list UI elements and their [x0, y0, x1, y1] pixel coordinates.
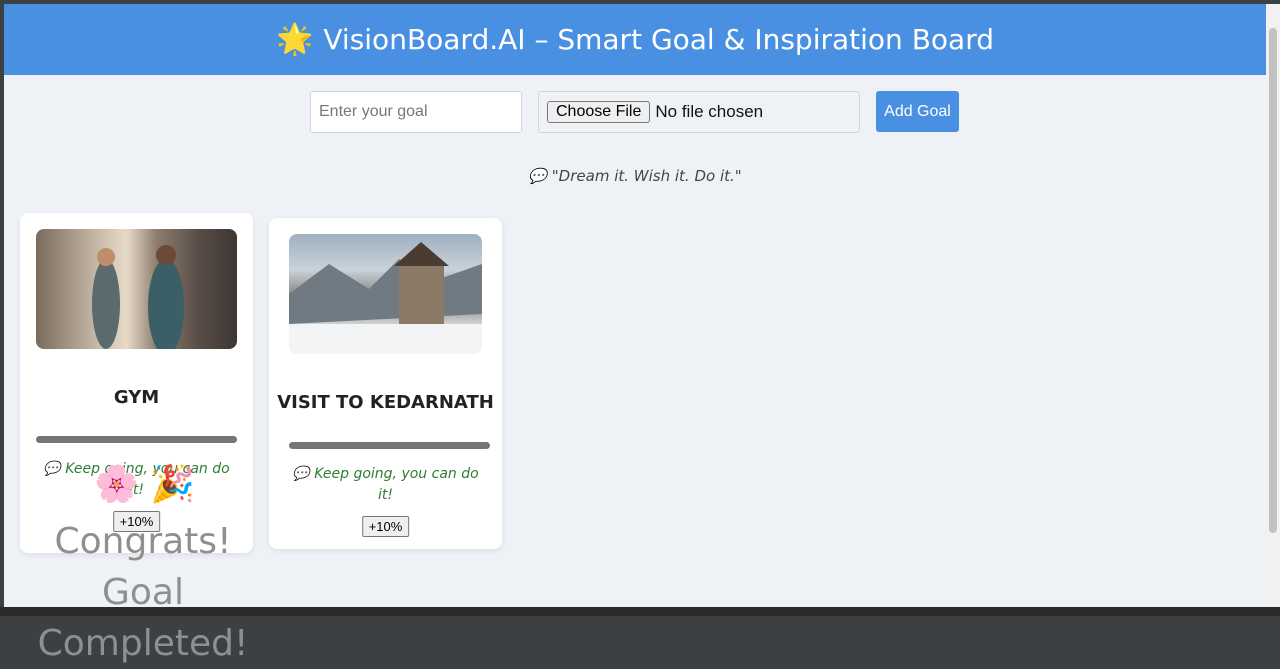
- file-status: No file chosen: [655, 102, 764, 121]
- motivation-message: 💬 Keep going, you can do it!: [289, 464, 482, 506]
- app-header: 🌟 VisionBoard.AI – Smart Goal & Inspirat…: [4, 4, 1266, 75]
- file-picker[interactable]: Choose File No file chosen: [538, 91, 860, 133]
- choose-file-button[interactable]: Choose File: [547, 101, 651, 123]
- increment-progress-button[interactable]: +10%: [361, 516, 410, 537]
- goal-image: [289, 234, 482, 354]
- star-icon: 🌟: [276, 22, 314, 57]
- party-popper-icon: 🎉: [150, 464, 195, 505]
- speech-bubble-icon: 💬: [292, 466, 310, 482]
- congrats-message: Congrats! Goal Completed!: [37, 521, 249, 664]
- speech-bubble-icon: 💬: [528, 167, 547, 185]
- motivation-text: Keep going, you can do it!: [314, 466, 479, 503]
- taskbar: [0, 607, 1280, 616]
- goal-image: [36, 229, 237, 349]
- goal-progress-bar: [36, 436, 237, 443]
- motivation-text: Keep going, you can do it!: [65, 461, 230, 498]
- goal-title: VISIT TO KEDARNATH: [277, 392, 494, 413]
- goal-progress-bar: [289, 442, 490, 449]
- speech-bubble-icon: 💬: [43, 461, 61, 477]
- add-goal-button[interactable]: Add Goal: [876, 91, 959, 132]
- goal-form: Choose File No file chosen Add Goal: [4, 91, 1266, 133]
- goal-title: GYM: [113, 387, 160, 408]
- goal-input[interactable]: [310, 91, 522, 133]
- quote-text: "Dream it. Wish it. Do it.": [551, 167, 742, 185]
- page-scrollbar[interactable]: [1266, 4, 1280, 607]
- inspiration-quote: 💬 "Dream it. Wish it. Do it.": [4, 167, 1266, 185]
- flower-emoji-icon: 🌸: [94, 464, 139, 505]
- scrollbar-thumb[interactable]: [1269, 28, 1277, 533]
- app-title: VisionBoard.AI – Smart Goal & Inspiratio…: [323, 23, 994, 56]
- goal-card: VISIT TO KEDARNATH 💬 Keep going, you can…: [269, 218, 502, 549]
